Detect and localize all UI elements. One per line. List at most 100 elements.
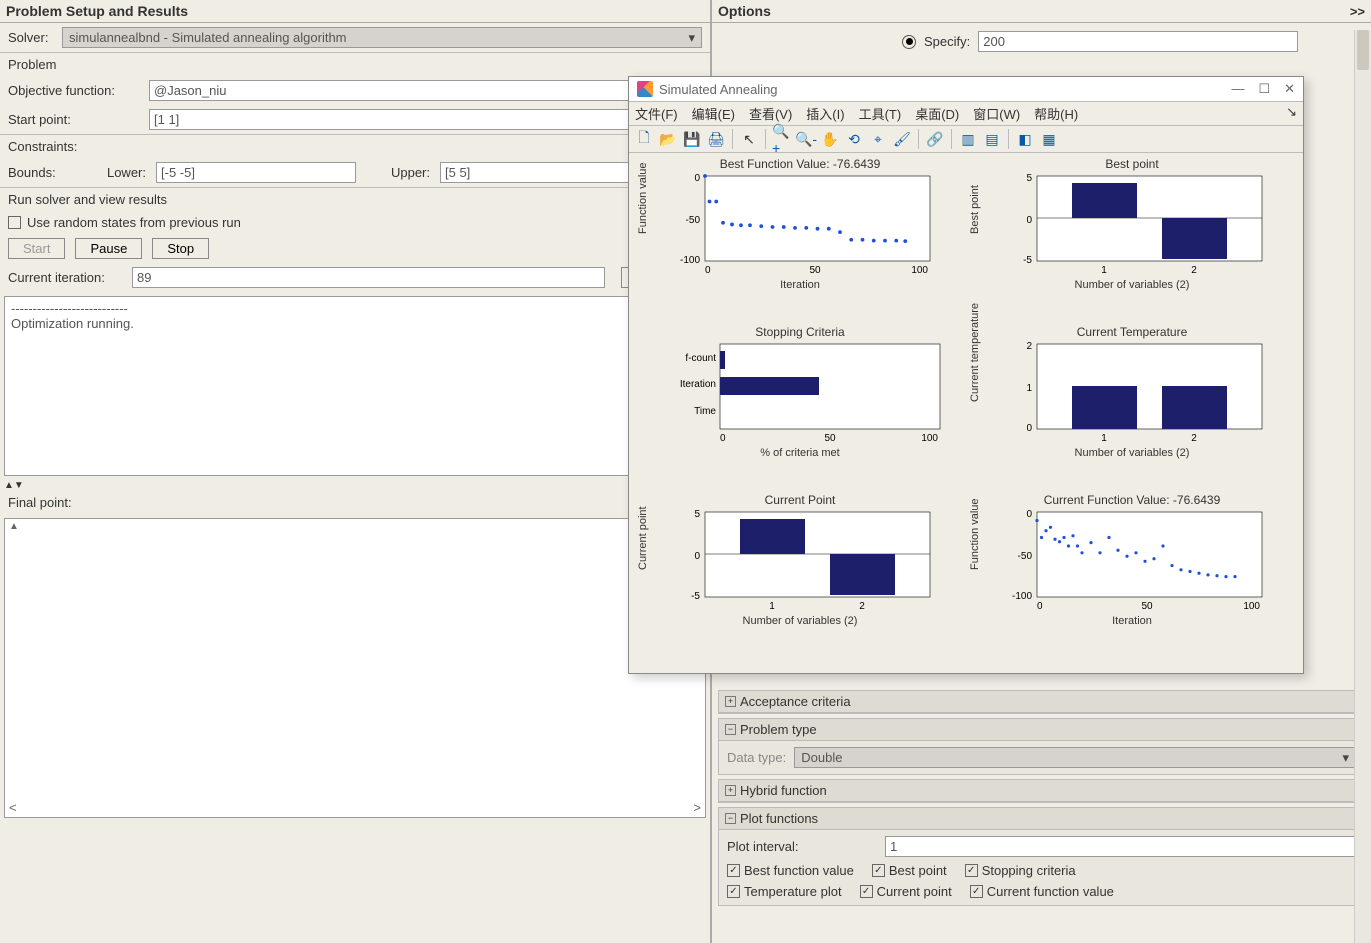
cb-stopcrit[interactable] (965, 864, 978, 877)
start-button[interactable]: Start (8, 238, 65, 259)
svg-text:-50: -50 (686, 215, 701, 226)
ylabel: Current temperature (969, 303, 981, 402)
svg-text:100: 100 (1243, 601, 1260, 612)
menu-help[interactable]: 帮助(H) (1034, 104, 1078, 123)
datacursor-icon[interactable]: ⌖ (867, 128, 889, 150)
svg-text:2: 2 (1026, 341, 1032, 352)
hybrid-section: + Hybrid function (718, 779, 1365, 803)
zoom-out-icon[interactable]: 🔍- (795, 128, 817, 150)
cb-temp[interactable] (727, 885, 740, 898)
scroll-thumb[interactable] (1357, 30, 1369, 70)
datatype-combo[interactable]: Double (794, 747, 1356, 768)
cb-curfn-label: Current function value (987, 884, 1114, 899)
plotinterval-input[interactable] (885, 836, 1356, 857)
pan-icon[interactable]: ✋ (819, 128, 841, 150)
save-icon[interactable]: 💾 (681, 128, 703, 150)
collapse-arrows[interactable]: >> (1350, 4, 1365, 19)
figure-titlebar[interactable]: Simulated Annealing — ☐ ✕ (629, 77, 1303, 102)
svg-text:2: 2 (859, 601, 865, 612)
print-icon[interactable]: 🖨 (705, 128, 727, 150)
collapse-icon[interactable]: − (725, 813, 736, 824)
xlabel: Number of variables (2) (967, 447, 1297, 459)
close-icon[interactable]: ✕ (1284, 81, 1295, 97)
options-scrollbar[interactable]: ˄ (1354, 30, 1371, 943)
brush-icon[interactable]: 🖌 (891, 128, 913, 150)
upper-label: Upper: (370, 165, 430, 180)
final-point-grid[interactable]: ▲ < > (4, 518, 706, 818)
menu-window[interactable]: 窗口(W) (973, 104, 1020, 123)
iteration-input[interactable] (132, 267, 605, 288)
matlab-logo-icon (637, 81, 653, 97)
menu-more-icon[interactable]: ↘ (1286, 104, 1297, 123)
cb-curpt[interactable] (860, 885, 873, 898)
open-icon[interactable]: 📂 (657, 128, 679, 150)
cb-bestpt[interactable] (872, 864, 885, 877)
subplot-curpt: Current Point Current point 5 0 -5 1 2 N… (635, 493, 965, 659)
subplot-title: Current Function Value: -76.6439 (967, 493, 1297, 507)
problem-type-section: − Problem type Data type: Double (718, 718, 1365, 775)
xlabel: Iteration (635, 279, 965, 291)
random-states-checkbox[interactable] (8, 216, 21, 229)
svg-text:100: 100 (921, 433, 938, 444)
expand-icon[interactable]: + (725, 785, 736, 796)
expand-icon[interactable]: + (725, 696, 736, 707)
ylabel: Function value (969, 498, 981, 570)
svg-text:5: 5 (1026, 173, 1032, 184)
svg-text:0: 0 (1026, 215, 1032, 226)
minimize-icon[interactable]: — (1231, 81, 1244, 97)
objective-label: Objective function: (8, 83, 143, 98)
output-textarea[interactable]: --------------------------- Optimization… (4, 296, 706, 476)
dock-icon[interactable]: ◧ (1014, 128, 1036, 150)
svg-text:1: 1 (769, 601, 775, 612)
menu-tools[interactable]: 工具(T) (859, 104, 902, 123)
xlabel: Number of variables (2) (967, 279, 1297, 291)
svg-text:Iteration: Iteration (680, 379, 716, 390)
iteration-label: Current iteration: (8, 270, 126, 285)
menu-desktop[interactable]: 桌面(D) (915, 104, 959, 123)
startpoint-input[interactable] (149, 109, 702, 130)
svg-text:2: 2 (1191, 433, 1197, 444)
lower-input[interactable] (156, 162, 356, 183)
svg-text:0: 0 (1037, 601, 1043, 612)
pointer-icon[interactable]: ↖ (738, 128, 760, 150)
ylabel: Best point (969, 185, 981, 234)
menu-file[interactable]: 文件(F) (635, 104, 678, 123)
new-icon[interactable]: 🗋 (633, 128, 655, 150)
legend-icon[interactable]: ▤ (981, 128, 1003, 150)
scroll-right-icon[interactable]: > (693, 800, 701, 815)
link-icon[interactable]: 🔗 (924, 128, 946, 150)
specify-input[interactable] (978, 31, 1298, 52)
splitter-arrows[interactable]: ▲▼ (0, 480, 710, 491)
options-header: Options (718, 3, 771, 19)
menu-edit[interactable]: 编辑(E) (692, 104, 735, 123)
zoom-in-icon[interactable]: 🔍+ (771, 128, 793, 150)
solver-combo[interactable]: simulannealbnd - Simulated annealing alg… (62, 27, 702, 48)
subplot-bestpt: Best point Best point 5 0 -5 1 2 Number … (967, 157, 1297, 323)
subplot-bestfn: Best Function Value: -76.6439 Function v… (635, 157, 965, 323)
scroll-left-icon[interactable]: < (9, 800, 17, 815)
menu-view[interactable]: 查看(V) (749, 104, 792, 123)
upper-input[interactable] (440, 162, 640, 183)
ylabel: Current point (637, 506, 649, 570)
svg-text:f-count: f-count (685, 353, 716, 364)
maximize-icon[interactable]: ☐ (1258, 81, 1270, 97)
collapse-icon[interactable]: − (725, 724, 736, 735)
svg-text:2: 2 (1191, 265, 1197, 276)
cb-curfn[interactable] (970, 885, 983, 898)
colorbar-icon[interactable]: ▥ (957, 128, 979, 150)
svg-text:Time: Time (694, 406, 716, 417)
svg-text:0: 0 (720, 433, 726, 444)
menu-insert[interactable]: 插入(I) (806, 104, 844, 123)
pause-button[interactable]: Pause (75, 238, 142, 259)
acceptance-title: Acceptance criteria (740, 694, 851, 709)
stop-button[interactable]: Stop (152, 238, 209, 259)
layout-icon[interactable]: ▦ (1038, 128, 1060, 150)
objective-input[interactable] (149, 80, 702, 101)
datatype-label: Data type: (727, 750, 786, 765)
figure-menubar: 文件(F) 编辑(E) 查看(V) 插入(I) 工具(T) 桌面(D) 窗口(W… (629, 102, 1303, 126)
specify-radio[interactable] (902, 35, 916, 49)
specify-label: Specify: (924, 34, 970, 49)
svg-text:50: 50 (824, 433, 836, 444)
cb-bestfn[interactable] (727, 864, 740, 877)
rotate-icon[interactable]: ⟲ (843, 128, 865, 150)
